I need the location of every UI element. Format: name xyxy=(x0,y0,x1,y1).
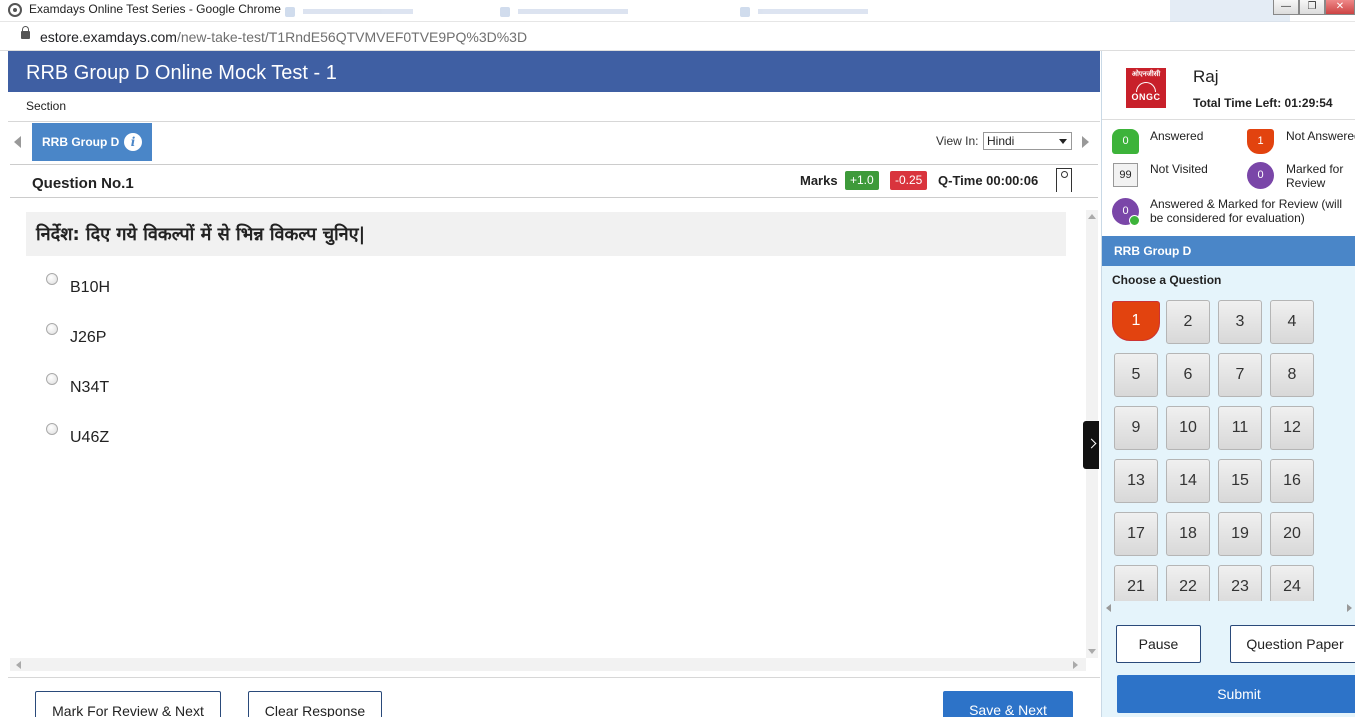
close-icon[interactable]: ✕ xyxy=(1325,0,1355,15)
url-text[interactable]: estore.examdays.com/new-take-test/T1RndE… xyxy=(40,29,527,45)
palette-scrollbar[interactable] xyxy=(1102,601,1355,613)
question-button[interactable]: 18 xyxy=(1166,512,1210,556)
ongc-logo: ओएनजीसी ONGC xyxy=(1126,68,1166,108)
candidate-profile: ओएनजीसी ONGC Raj Total Time Left: 01:29:… xyxy=(1102,51,1355,119)
submit-button[interactable]: Submit xyxy=(1117,675,1355,713)
question-button[interactable]: 11 xyxy=(1218,406,1262,450)
question-button[interactable]: 21 xyxy=(1114,565,1158,601)
answered-marked-status-icon: 0 xyxy=(1112,198,1140,226)
window-title: Examdays Online Test Series - Google Chr… xyxy=(29,2,281,16)
tab-scroll-left-icon[interactable] xyxy=(14,136,21,148)
legend-not-visited-label: Not Visited xyxy=(1150,162,1208,176)
background-tab[interactable] xyxy=(285,3,485,17)
question-button[interactable]: 22 xyxy=(1166,565,1210,601)
legend-answered-marked-label: Answered & Marked for Review (will be co… xyxy=(1150,197,1343,225)
address-bar[interactable]: estore.examdays.com/new-take-test/T1RndE… xyxy=(0,22,1355,51)
question-button-current[interactable]: 1 xyxy=(1112,301,1160,341)
not-visited-status-icon: 99 xyxy=(1113,163,1138,187)
question-button[interactable]: 10 xyxy=(1166,406,1210,450)
section-label: Section xyxy=(26,99,67,113)
clear-response-button[interactable]: Clear Response xyxy=(248,691,382,717)
radio-button[interactable] xyxy=(46,373,58,385)
mark-review-next-button[interactable]: Mark For Review & Next xyxy=(35,691,221,717)
question-button[interactable]: 2 xyxy=(1166,300,1210,344)
question-timer: Q-Time 00:00:06 xyxy=(938,173,1039,188)
status-legend: 0 Answered 1 Not Answered 99 Not Visited… xyxy=(1102,119,1355,236)
question-button[interactable]: 12 xyxy=(1270,406,1314,450)
chrome-icon xyxy=(8,3,22,17)
negative-marks-badge: -0.25 xyxy=(890,171,928,190)
save-next-button[interactable]: Save & Next xyxy=(943,691,1073,717)
question-number: Question No.1 xyxy=(32,175,134,192)
collapse-panel-handle[interactable] xyxy=(1083,421,1099,469)
question-button[interactable]: 23 xyxy=(1218,565,1262,601)
palette-section-header: RRB Group D xyxy=(1102,236,1355,266)
question-button[interactable]: 19 xyxy=(1218,512,1262,556)
legend-marked-label: Marked for Review xyxy=(1286,162,1344,190)
marked-review-status-icon: 0 xyxy=(1247,162,1274,189)
radio-button[interactable] xyxy=(46,323,58,335)
positive-marks-badge: +1.0 xyxy=(845,171,879,190)
question-button[interactable]: 3 xyxy=(1218,300,1262,344)
tab-rrb-group-d[interactable]: RRB Group D i xyxy=(32,123,152,161)
pause-button[interactable]: Pause xyxy=(1116,625,1201,663)
right-panel: ओएनजीसी ONGC Raj Total Time Left: 01:29:… xyxy=(1101,51,1355,717)
page-title: RRB Group D Online Mock Test - 1 xyxy=(26,62,337,84)
question-button[interactable]: 16 xyxy=(1270,459,1314,503)
background-tab[interactable] xyxy=(740,3,940,17)
radio-button[interactable] xyxy=(46,273,58,285)
question-horizontal-scrollbar[interactable] xyxy=(10,658,1086,671)
question-button[interactable]: 6 xyxy=(1166,353,1210,397)
question-button[interactable]: 5 xyxy=(1114,353,1158,397)
restore-icon[interactable]: ❐ xyxy=(1299,0,1325,15)
bookmark-icon[interactable] xyxy=(1056,168,1072,193)
candidate-name: Raj xyxy=(1193,67,1219,86)
legend-not-answered-label: Not Answered xyxy=(1286,129,1355,143)
window-controls: — ❐ ✕ xyxy=(1273,0,1355,16)
question-button[interactable]: 15 xyxy=(1218,459,1262,503)
language-select[interactable]: Hindi xyxy=(983,132,1072,150)
chevron-down-icon xyxy=(1059,139,1067,144)
question-button[interactable]: 4 xyxy=(1270,300,1314,344)
test-header: RRB Group D Online Mock Test - 1 xyxy=(8,51,1100,92)
question-button[interactable]: 24 xyxy=(1270,565,1314,601)
marks-label: Marks xyxy=(800,173,838,188)
browser-titlebar: Examdays Online Test Series - Google Chr… xyxy=(0,0,1355,22)
info-icon[interactable]: i xyxy=(124,133,142,151)
question-button[interactable]: 20 xyxy=(1270,512,1314,556)
question-body: निर्देश: दिए गये विकल्पों में से भिन्न व… xyxy=(10,200,1086,658)
question-button[interactable]: 14 xyxy=(1166,459,1210,503)
question-button[interactable]: 17 xyxy=(1114,512,1158,556)
question-button[interactable]: 13 xyxy=(1114,459,1158,503)
question-button[interactable]: 8 xyxy=(1270,353,1314,397)
background-tab[interactable] xyxy=(500,3,700,17)
section-tab-row: RRB Group D i View In: Hindi xyxy=(8,122,1100,162)
question-direction: निर्देश: दिए गये विकल्पों में से भिन्न व… xyxy=(26,212,1066,256)
view-in-label: View In: xyxy=(936,134,979,148)
tab-scroll-right-icon[interactable] xyxy=(1082,136,1089,148)
not-answered-status-icon: 1 xyxy=(1247,129,1274,154)
total-time-left: Total Time Left: 01:29:54 xyxy=(1193,96,1333,110)
legend-answered-label: Answered xyxy=(1150,129,1204,143)
question-paper-button[interactable]: Question Paper xyxy=(1230,625,1355,663)
question-header: Question No.1 Marks +1.0 -0.25 Q-Time 00… xyxy=(10,164,1098,198)
choose-question-label: Choose a Question xyxy=(1112,273,1222,287)
question-button[interactable]: 9 xyxy=(1114,406,1158,450)
minimize-icon[interactable]: — xyxy=(1273,0,1299,15)
question-palette: 1 2 3 4 5 6 7 8 9 10 11 12 13 14 15 16 1… xyxy=(1102,293,1355,601)
question-button[interactable]: 7 xyxy=(1218,353,1262,397)
answered-status-icon: 0 xyxy=(1112,129,1139,154)
radio-button[interactable] xyxy=(46,423,58,435)
lock-icon xyxy=(21,26,30,39)
